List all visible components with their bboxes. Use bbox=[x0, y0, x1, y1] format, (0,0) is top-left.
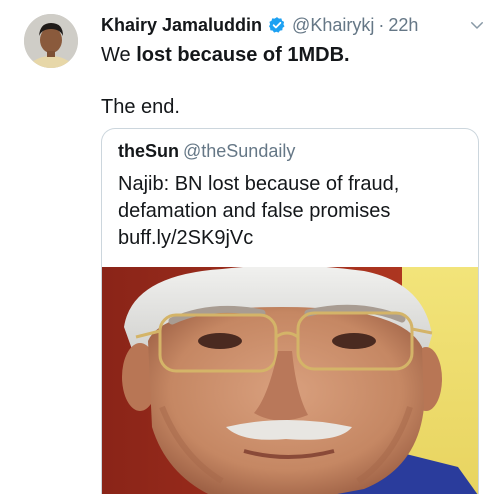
separator-dot: · bbox=[378, 14, 385, 35]
quoted-text-line-1: Najib: BN lost because of fraud, bbox=[118, 173, 400, 195]
tweet-timestamp[interactable]: 22h bbox=[388, 15, 418, 36]
tweet-text-bold: lost because of 1MDB. bbox=[136, 44, 350, 66]
author-name[interactable]: Khairy Jamaluddin bbox=[101, 15, 262, 36]
tweet-header: Khairy Jamaluddin @Khairykj · 22h bbox=[101, 12, 486, 38]
tweet-text-line-2: The end. bbox=[101, 96, 180, 118]
quoted-author-name: theSun bbox=[118, 141, 179, 161]
quoted-link[interactable]: buff.ly/2SK9jVc bbox=[118, 225, 466, 252]
tweet-text-line-1: We lost because of 1MDB. bbox=[101, 42, 486, 68]
tweet-text-prefix: We bbox=[101, 44, 137, 66]
quoted-tweet-text: Najib: BN lost because of fraud, defamat… bbox=[118, 171, 466, 252]
author-handle[interactable]: @Khairykj bbox=[292, 15, 374, 36]
quoted-author-handle: @theSundaily bbox=[183, 141, 296, 161]
avatar-image bbox=[24, 14, 78, 68]
quoted-text-line-2: defamation and false promises bbox=[118, 200, 391, 222]
verified-badge-icon bbox=[269, 17, 285, 33]
quoted-tweet-card[interactable]: theSun @theSundaily Najib: BN lost becaus… bbox=[101, 128, 479, 494]
quoted-tweet-header: theSun @theSundaily bbox=[118, 141, 295, 162]
tweet-text: We lost because of 1MDB. The end. bbox=[101, 42, 486, 120]
tweet[interactable]: Khairy Jamaluddin @Khairykj · 22h We los… bbox=[0, 0, 500, 494]
author-avatar[interactable] bbox=[24, 14, 78, 68]
chevron-down-icon[interactable] bbox=[468, 16, 486, 34]
quoted-tweet-image[interactable] bbox=[102, 267, 478, 494]
